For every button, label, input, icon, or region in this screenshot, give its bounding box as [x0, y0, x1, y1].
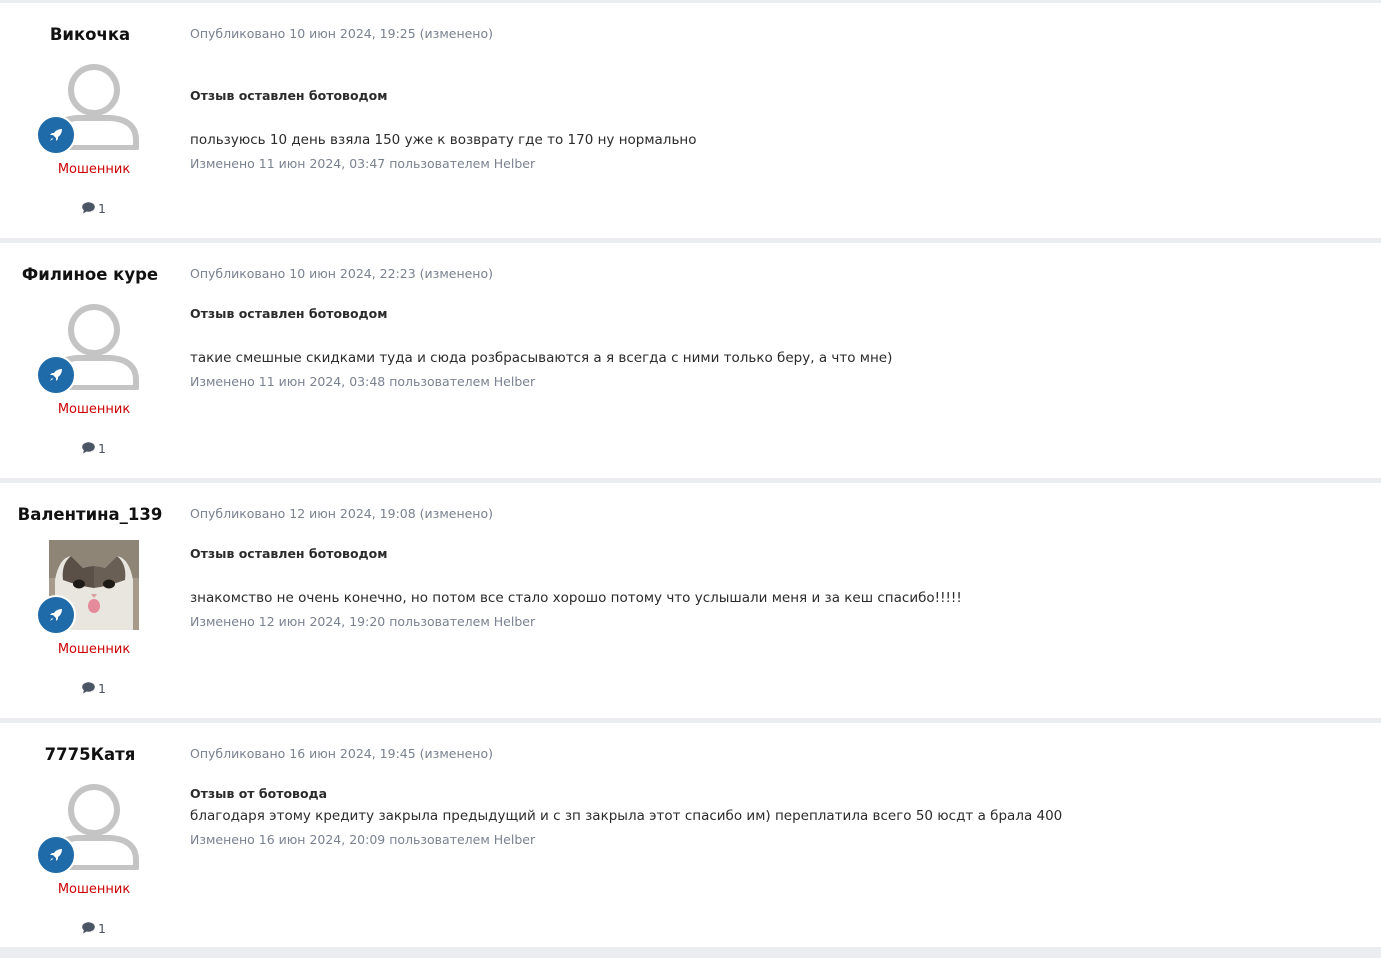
post-body: знакомство не очень конечно, но потом вс…	[190, 590, 962, 606]
post-notice: Отзыв от ботовода	[190, 786, 328, 801]
post-published-date[interactable]: Опубликовано 12 июн 2024, 19:08 (изменен…	[190, 506, 493, 521]
user-group-label: Мошенник	[57, 642, 131, 657]
post-count[interactable]: 1	[0, 201, 188, 216]
user-group-label: Мошенник	[57, 162, 131, 177]
author-name[interactable]: 7775Катя	[0, 745, 180, 764]
post-count[interactable]: 1	[0, 921, 188, 936]
post-count-value: 1	[98, 921, 106, 936]
post-body: такие смешные скидками туда и сюда розбр…	[190, 350, 893, 366]
comment-icon	[82, 682, 95, 694]
post: Валентина_139 Мошенник 1 Опубликовано 12…	[0, 483, 1381, 718]
rank-badge	[36, 115, 76, 155]
rocket-icon	[50, 129, 62, 141]
post-count[interactable]: 1	[0, 681, 188, 696]
rocket-icon	[50, 849, 62, 861]
comment-icon	[82, 442, 95, 454]
post-author-panel: Валентина_139 Мошенник 1	[0, 483, 180, 718]
post-body: пользуюсь 10 день взяла 150 уже к возвра…	[190, 132, 697, 148]
post: 7775Катя Мошенник 1 Опубликовано 16 июн …	[0, 723, 1381, 947]
post-published-date[interactable]: Опубликовано 10 июн 2024, 22:23 (изменен…	[190, 266, 493, 281]
rank-badge	[36, 835, 76, 875]
post-author-panel: 7775Катя Мошенник 1	[0, 723, 180, 958]
post: Филиное куре Мошенник 1 Опубликовано 10 …	[0, 243, 1381, 478]
rank-badge	[36, 355, 76, 395]
post-count[interactable]: 1	[0, 441, 188, 456]
post-edit-note: Изменено 12 июн 2024, 19:20 пользователе…	[190, 614, 536, 629]
post-count-value: 1	[98, 441, 106, 456]
rocket-icon	[50, 609, 62, 621]
post-body: благодаря этому кредиту закрыла предыдущ…	[190, 808, 1063, 824]
user-group-label: Мошенник	[57, 402, 131, 417]
post-notice: Отзыв оставлен ботоводом	[190, 306, 388, 321]
author-name[interactable]: Валентина_139	[0, 505, 180, 524]
post-author-panel: Филиное куре Мошенник 1	[0, 243, 180, 478]
post-published-date[interactable]: Опубликовано 10 июн 2024, 19:25 (изменен…	[190, 26, 493, 41]
post-count-value: 1	[98, 681, 106, 696]
author-name[interactable]: Филиное куре	[0, 265, 180, 284]
post: Викочка Мошенник 1 Опубликовано 10 июн 2…	[0, 3, 1381, 238]
post-author-panel: Викочка Мошенник 1	[0, 3, 180, 238]
post-published-date[interactable]: Опубликовано 16 июн 2024, 19:45 (изменен…	[190, 746, 493, 761]
rocket-icon	[50, 369, 62, 381]
post-edit-note: Изменено 16 июн 2024, 20:09 пользователе…	[190, 832, 536, 847]
post-notice: Отзыв оставлен ботоводом	[190, 88, 388, 103]
post-edit-note: Изменено 11 июн 2024, 03:47 пользователе…	[190, 156, 536, 171]
post-edit-note: Изменено 11 июн 2024, 03:48 пользователе…	[190, 374, 536, 389]
author-name[interactable]: Викочка	[0, 25, 180, 44]
post-count-value: 1	[98, 201, 106, 216]
post-list: Викочка Мошенник 1 Опубликовано 10 июн 2…	[0, 0, 1381, 947]
post-notice: Отзыв оставлен ботоводом	[190, 546, 388, 561]
rank-badge	[36, 595, 76, 635]
user-group-label: Мошенник	[57, 882, 131, 897]
comment-icon	[82, 922, 95, 934]
comment-icon	[82, 202, 95, 214]
